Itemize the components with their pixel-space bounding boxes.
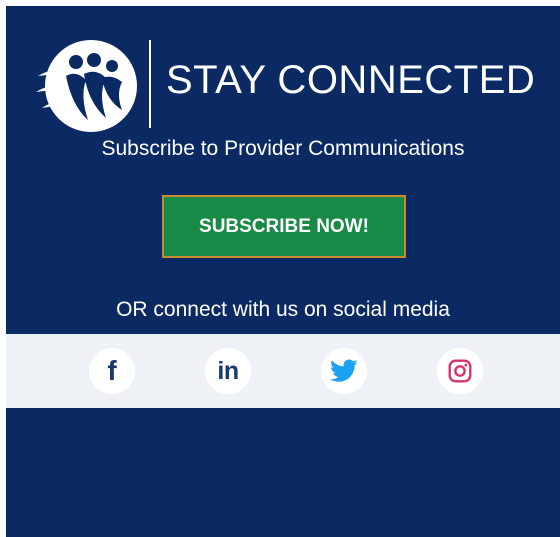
linkedin-link[interactable]: in [205,348,251,394]
stay-connected-panel: STAY CONNECTED Subscribe to Provider Com… [6,6,560,537]
page-title: STAY CONNECTED [166,58,536,102]
social-media-bar: f in [6,334,560,408]
subscribe-now-button[interactable]: SUBSCRIBE NOW! [162,195,406,258]
people-circle-logo-icon [36,40,137,132]
twitter-link[interactable] [321,348,367,394]
subscribe-description: Subscribe to Provider Communications [101,137,465,160]
facebook-link[interactable]: f [89,348,135,394]
instagram-link[interactable] [437,348,483,394]
linkedin-icon: in [217,356,239,385]
social-intro-text: OR connect with us on social media [116,298,450,321]
instagram-icon [448,359,472,383]
facebook-icon: f [107,355,117,386]
header-divider [149,40,151,128]
twitter-icon [330,359,358,382]
header: STAY CONNECTED [36,36,546,134]
